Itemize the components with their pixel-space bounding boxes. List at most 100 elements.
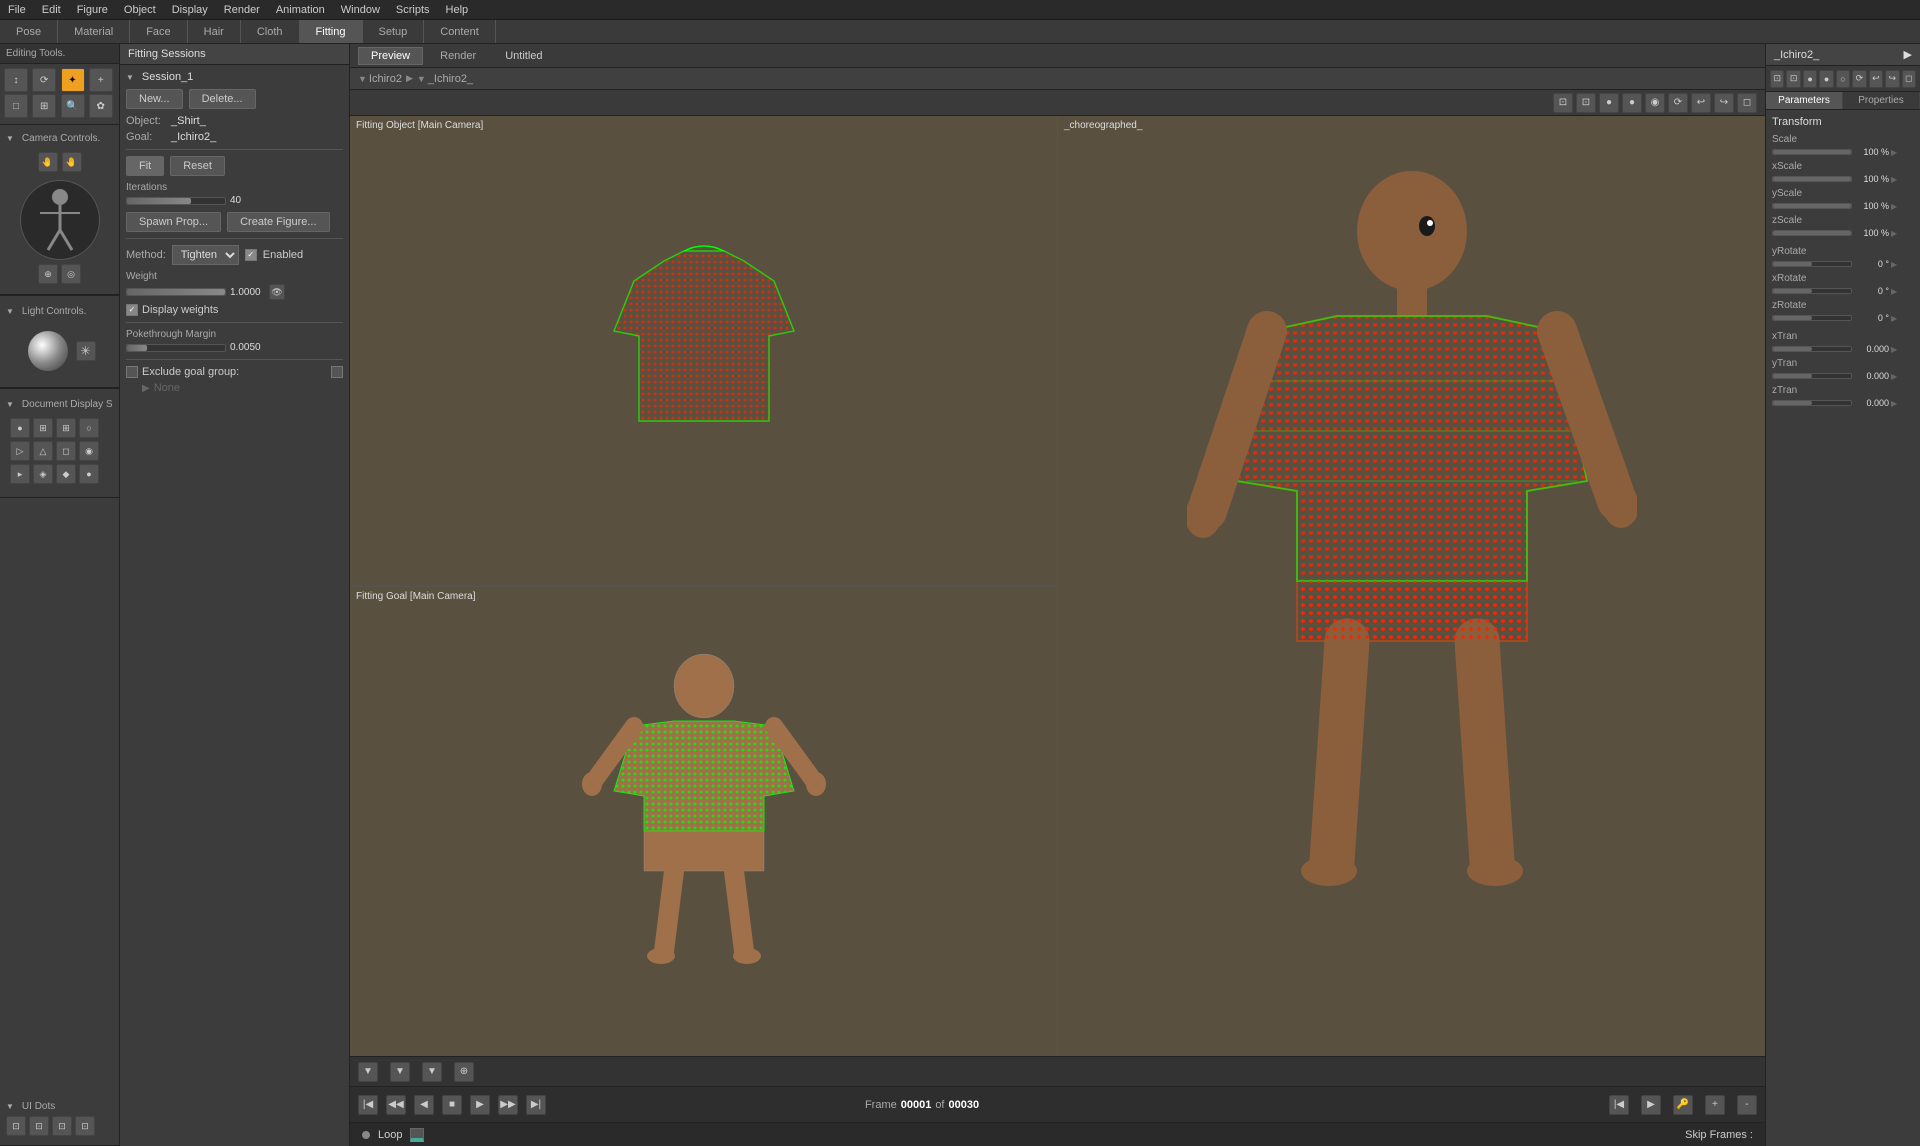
viewport-right[interactable]: _choreographed_ (1058, 116, 1765, 1056)
vp-nav-3[interactable]: ▼ (422, 1062, 442, 1082)
right-panel-expand[interactable]: ▶ (1904, 48, 1912, 61)
fit-button[interactable]: Fit (126, 156, 164, 176)
exclude-checkbox-2[interactable] (331, 366, 343, 378)
ztran-arrow[interactable]: ▶ (1891, 399, 1897, 408)
ui-dot-2[interactable]: ⊡ (29, 1116, 49, 1136)
weight-slider[interactable] (126, 288, 226, 296)
camera-figure-widget[interactable] (20, 180, 100, 260)
vp-toolbar-btn-9[interactable]: ◻ (1737, 93, 1757, 113)
scale-slider[interactable] (1772, 149, 1852, 155)
method-select[interactable]: Tighten (172, 245, 239, 265)
vp-toolbar-btn-7[interactable]: ↩ (1691, 93, 1711, 113)
doc-icon-8[interactable]: ◉ (79, 441, 99, 461)
timeline-nav-2[interactable]: ▶ (1641, 1095, 1661, 1115)
menu-figure[interactable]: Figure (69, 4, 116, 16)
tab-cloth[interactable]: Cloth (241, 20, 300, 43)
menu-file[interactable]: File (0, 4, 34, 16)
delete-button[interactable]: Delete... (189, 89, 256, 109)
r-btn-4[interactable]: ● (1819, 70, 1833, 88)
vp-toolbar-btn-1[interactable]: ⊡ (1553, 93, 1573, 113)
play-stop-btn[interactable]: ■ (442, 1095, 462, 1115)
menu-window[interactable]: Window (333, 4, 388, 16)
ztran-slider[interactable] (1772, 400, 1852, 406)
tool-btn-4[interactable]: + (89, 68, 113, 92)
spawn-prop-button[interactable]: Spawn Prop... (126, 212, 221, 232)
doc-icon-4[interactable]: ○ (79, 418, 99, 438)
zscale-slider[interactable] (1772, 230, 1852, 236)
menu-scripts[interactable]: Scripts (388, 4, 438, 16)
xtran-slider[interactable] (1772, 346, 1852, 352)
tool-btn-1[interactable]: ↕ (4, 68, 28, 92)
vp-toolbar-btn-6[interactable]: ⟳ (1668, 93, 1688, 113)
session-name[interactable]: Session_1 (126, 71, 343, 83)
doc-icon-9[interactable]: ▸ (10, 464, 30, 484)
tab-pose[interactable]: Pose (0, 20, 58, 43)
doc-icon-6[interactable]: △ (33, 441, 53, 461)
enabled-checkbox[interactable] (245, 249, 257, 261)
doc-display-title[interactable]: Document Display S (6, 399, 113, 410)
play-fwd-btn[interactable]: ▶ (470, 1095, 490, 1115)
doc-icon-2[interactable]: ⊞ (33, 418, 53, 438)
weight-eye-icon[interactable]: 👁 (269, 284, 285, 300)
ytran-slider[interactable] (1772, 373, 1852, 379)
vp-toolbar-btn-8[interactable]: ↪ (1714, 93, 1734, 113)
ui-dots-title[interactable]: UI Dots (6, 1101, 113, 1112)
doc-icon-10[interactable]: ◈ (33, 464, 53, 484)
exclude-checkbox[interactable] (126, 366, 138, 378)
create-figure-button[interactable]: Create Figure... (227, 212, 329, 232)
timeline-key-btn[interactable]: 🔑 (1673, 1095, 1693, 1115)
play-back-btn[interactable]: ◀ (414, 1095, 434, 1115)
tab-setup[interactable]: Setup (363, 20, 425, 43)
viewport-top[interactable]: Fitting Object [Main Camera] (350, 116, 1057, 587)
doc-icon-12[interactable]: ● (79, 464, 99, 484)
r-btn-8[interactable]: ↪ (1885, 70, 1899, 88)
light-star-icon[interactable]: ✳ (76, 341, 96, 361)
doc-icon-11[interactable]: ◆ (56, 464, 76, 484)
zrotate-arrow[interactable]: ▶ (1891, 314, 1897, 323)
tool-btn-5[interactable]: □ (4, 94, 28, 118)
timeline-add-btn[interactable]: + (1705, 1095, 1725, 1115)
vp-nav-2[interactable]: ▼ (390, 1062, 410, 1082)
zrotate-slider[interactable] (1772, 315, 1852, 321)
tool-btn-2[interactable]: ⟳ (32, 68, 56, 92)
yscale-slider[interactable] (1772, 203, 1852, 209)
ytran-arrow[interactable]: ▶ (1891, 372, 1897, 381)
breadcrumb-root[interactable]: ▼ Ichiro2 (358, 73, 402, 85)
breadcrumb-child[interactable]: ▼ _Ichiro2_ (417, 73, 473, 85)
doc-icon-3[interactable]: ⊞ (56, 418, 76, 438)
play-start-btn[interactable]: |◀ (358, 1095, 378, 1115)
play-prev-btn[interactable]: ◀◀ (386, 1095, 406, 1115)
reset-button[interactable]: Reset (170, 156, 225, 176)
timeline-nav-1[interactable]: |◀ (1609, 1095, 1629, 1115)
zscale-arrow[interactable]: ▶ (1891, 229, 1897, 238)
vp-nav-1[interactable]: ▼ (358, 1062, 378, 1082)
r-btn-3[interactable]: ● (1803, 70, 1817, 88)
vp-toolbar-btn-5[interactable]: ◉ (1645, 93, 1665, 113)
menu-help[interactable]: Help (438, 4, 477, 16)
camera-hand-left[interactable]: 🤚 (38, 152, 58, 172)
play-next-btn[interactable]: ▶▶ (498, 1095, 518, 1115)
yscale-arrow[interactable]: ▶ (1891, 202, 1897, 211)
display-weights-checkbox[interactable] (126, 304, 138, 316)
r-btn-9[interactable]: ◻ (1902, 70, 1916, 88)
doc-icon-1[interactable]: ● (10, 418, 30, 438)
yrotate-arrow[interactable]: ▶ (1891, 260, 1897, 269)
vp-nav-zoom[interactable]: ⊕ (454, 1062, 474, 1082)
r-btn-7[interactable]: ↩ (1869, 70, 1883, 88)
ui-dot-4[interactable]: ⊡ (75, 1116, 95, 1136)
tab-material[interactable]: Material (58, 20, 130, 43)
new-button[interactable]: New... (126, 89, 183, 109)
tab-content[interactable]: Content (424, 20, 496, 43)
r-btn-1[interactable]: ⊡ (1770, 70, 1784, 88)
tool-btn-8[interactable]: ✿ (89, 94, 113, 118)
vp-toolbar-btn-2[interactable]: ⊡ (1576, 93, 1596, 113)
right-tab-parameters[interactable]: Parameters (1766, 92, 1843, 109)
camera-controls-title[interactable]: Camera Controls. (6, 133, 113, 144)
light-ball[interactable] (28, 331, 68, 371)
camera-ctrl-1[interactable]: ⊕ (38, 264, 58, 284)
xrotate-arrow[interactable]: ▶ (1891, 287, 1897, 296)
light-controls-title[interactable]: Light Controls. (6, 306, 113, 317)
doc-icon-7[interactable]: ◻ (56, 441, 76, 461)
camera-hand-right[interactable]: 🤚 (62, 152, 82, 172)
right-tab-properties[interactable]: Properties (1843, 92, 1920, 109)
